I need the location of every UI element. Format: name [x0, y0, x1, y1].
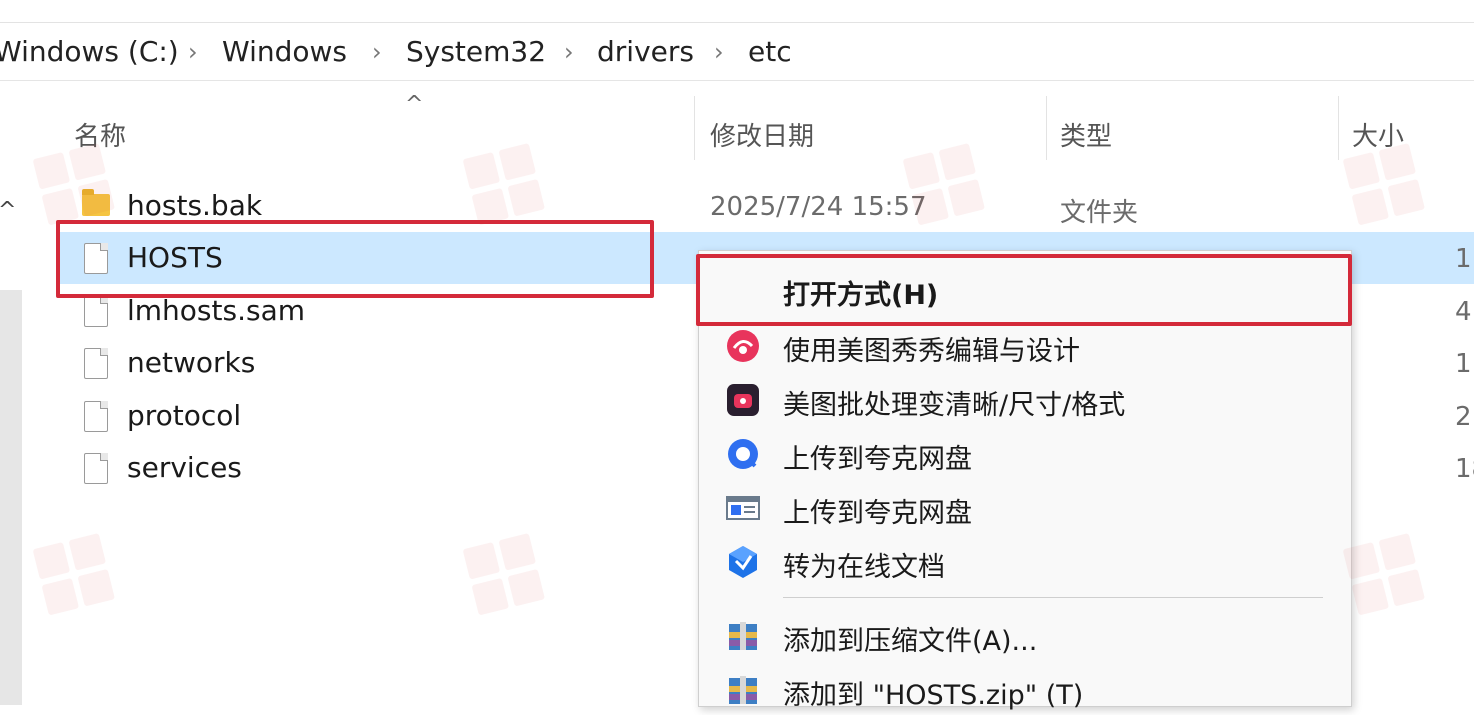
menu-item-label: 添加到 "HOSTS.zip" (T) — [783, 680, 1084, 711]
meitu-batch-icon — [727, 384, 759, 416]
file-icon — [84, 243, 108, 274]
file-name: lmhosts.sam — [127, 294, 306, 327]
file-size: 2 — [1455, 402, 1472, 432]
breadcrumb-separator-icon[interactable]: › — [714, 36, 724, 68]
file-date: 2025/7/24 15:57 — [710, 192, 927, 222]
breadcrumb-separator-icon[interactable]: › — [372, 36, 382, 68]
breadcrumb-system32[interactable]: System32 — [406, 36, 546, 68]
menu-item-meitu-batch[interactable]: 美图批处理变清晰/尺寸/格式 — [699, 373, 1351, 425]
address-bar[interactable]: Windows (C:) › Windows › System32 › driv… — [0, 24, 1474, 81]
file-name: HOSTS — [127, 241, 223, 274]
file-row[interactable]: hosts.bak 2025/7/24 15:57 文件夹 — [60, 180, 1474, 232]
menu-item-open-with[interactable]: 打开方式(H) — [699, 263, 1351, 315]
folder-icon — [82, 189, 110, 216]
menu-item-label: 美图批处理变清晰/尺寸/格式 — [783, 390, 1126, 421]
quark-icon — [728, 439, 758, 469]
menu-item-label: 上传到夸克网盘 — [783, 498, 972, 529]
menu-item-label: 使用美图秀秀编辑与设计 — [783, 336, 1080, 367]
menu-item-label: 打开方式(H) — [783, 280, 939, 311]
breadcrumb-etc[interactable]: etc — [748, 36, 792, 68]
nav-collapse-caret-icon[interactable]: ^ — [0, 198, 16, 223]
column-divider[interactable] — [1046, 96, 1047, 160]
menu-item-quark-upload[interactable]: 上传到夸克网盘 — [699, 427, 1351, 479]
watermark-logo-icon — [462, 533, 548, 618]
breadcrumb-drivers[interactable]: drivers — [597, 36, 694, 68]
column-header-row: ^ 名称 修改日期 类型 大小 — [40, 92, 1474, 166]
watermark-logo-icon — [32, 533, 118, 618]
menu-item-label: 添加到压缩文件(A)... — [783, 626, 1038, 657]
quark-upload-window-icon — [726, 496, 760, 520]
file-size: 1 — [1455, 349, 1472, 379]
file-icon — [84, 348, 108, 379]
menu-item-online-doc[interactable]: 转为在线文档 — [699, 535, 1351, 587]
file-size: 4 — [1455, 297, 1472, 327]
file-type: 文件夹 — [1060, 198, 1139, 228]
column-header-modified[interactable]: 修改日期 — [710, 116, 814, 153]
column-divider[interactable] — [694, 96, 695, 160]
menu-item-label: 转为在线文档 — [783, 552, 945, 583]
breadcrumb-windows[interactable]: Windows — [222, 36, 347, 68]
file-icon — [84, 296, 108, 327]
watermark-logo-icon — [1342, 533, 1428, 618]
meitu-xiuxiu-icon — [727, 330, 759, 362]
file-icon — [84, 401, 108, 432]
breadcrumb-separator-icon[interactable]: › — [188, 36, 198, 68]
file-name: networks — [127, 346, 256, 379]
menu-item-meitu-edit[interactable]: 使用美图秀秀编辑与设计 — [699, 319, 1351, 371]
menu-item-add-to-zip[interactable]: 添加到 "HOSTS.zip" (T) — [699, 663, 1351, 715]
online-doc-icon — [729, 546, 757, 578]
menu-item-add-to-archive[interactable]: 添加到压缩文件(A)... — [699, 609, 1351, 661]
winrar-zip-icon — [729, 676, 757, 704]
nav-scrollbar[interactable] — [0, 290, 22, 705]
sort-ascending-icon: ^ — [405, 92, 424, 117]
file-name: services — [127, 451, 242, 484]
column-divider[interactable] — [1338, 96, 1339, 160]
winrar-archive-icon — [729, 622, 757, 650]
window-top-strip — [0, 0, 1474, 23]
column-header-type[interactable]: 类型 — [1060, 116, 1112, 153]
breadcrumb-windows-c[interactable]: Windows (C:) — [0, 36, 179, 68]
menu-divider — [783, 597, 1323, 598]
file-name: protocol — [127, 399, 242, 432]
file-size: 18 — [1455, 454, 1474, 484]
file-name: hosts.bak — [127, 189, 263, 222]
column-header-name[interactable]: 名称 — [74, 116, 126, 153]
context-menu: 打开方式(H) 使用美图秀秀编辑与设计 美图批处理变清晰/尺寸/格式 上传到夸克… — [698, 250, 1352, 711]
file-icon — [84, 453, 108, 484]
menu-item-quark-upload-2[interactable]: 上传到夸克网盘 — [699, 481, 1351, 533]
menu-item-label: 上传到夸克网盘 — [783, 444, 972, 475]
column-header-size[interactable]: 大小 — [1352, 116, 1404, 153]
file-size: 1 — [1455, 244, 1472, 274]
breadcrumb-separator-icon[interactable]: › — [564, 36, 574, 68]
